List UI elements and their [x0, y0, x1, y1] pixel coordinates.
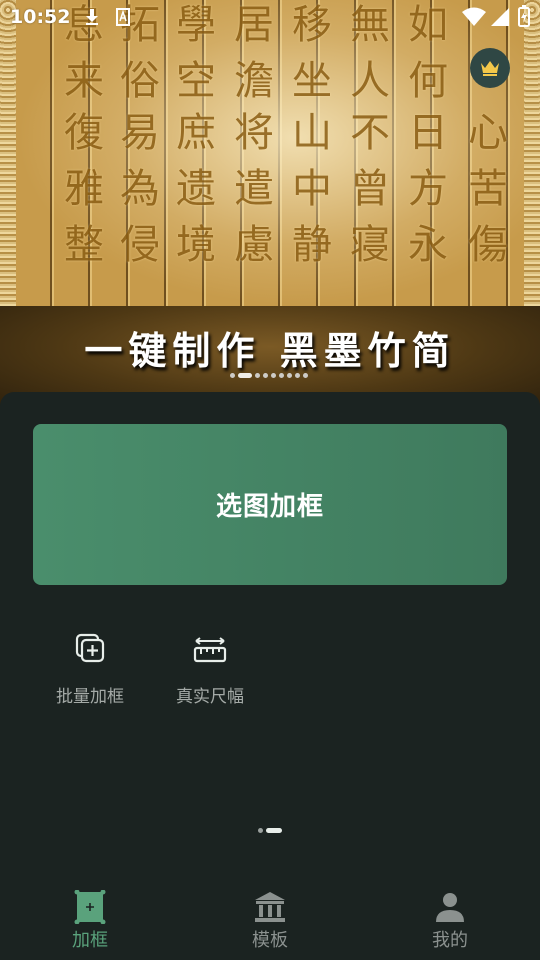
carousel-dot: [255, 373, 260, 378]
tab-template[interactable]: 模板: [210, 890, 330, 952]
tab-frame[interactable]: 加框: [30, 890, 150, 952]
scroll-border-left: [0, 0, 16, 306]
download-icon: [86, 9, 98, 25]
carousel-dot: [263, 373, 268, 378]
frame-icon: [74, 890, 106, 924]
banner-headline: 一键制作 黑墨竹简: [84, 328, 456, 373]
ruler-icon: [193, 637, 227, 663]
carousel-dot: [271, 373, 276, 378]
carousel-indicator: [230, 373, 308, 378]
batch-frame-icon: [75, 633, 105, 663]
bottom-tab-bar: 加框 模板 我的: [0, 872, 540, 960]
font-icon: [116, 8, 130, 26]
select-image-frame-button[interactable]: 选图加框: [33, 424, 507, 585]
batch-frame-label: 批量加框: [56, 687, 124, 707]
wifi-icon: [462, 7, 486, 26]
status-time: 10:52: [10, 6, 71, 28]
carousel-dot-active: [238, 373, 252, 378]
crown-icon: [481, 61, 499, 76]
vip-crown-button[interactable]: [470, 48, 510, 88]
cellular-signal-icon: [491, 8, 509, 26]
real-size-label: 真实尺幅: [176, 687, 244, 707]
page-dot: [258, 828, 263, 833]
batch-frame-button[interactable]: 批量加框: [40, 628, 140, 707]
tab-profile[interactable]: 我的: [390, 890, 510, 952]
carousel-dot: [295, 373, 300, 378]
carousel-dot: [287, 373, 292, 378]
real-size-button[interactable]: 真实尺幅: [160, 628, 260, 707]
select-image-frame-label: 选图加框: [215, 492, 324, 522]
tab-frame-label: 加框: [72, 930, 108, 951]
tab-profile-label: 我的: [432, 930, 468, 951]
status-bar: 10:52: [0, 0, 540, 36]
carousel-dot: [279, 373, 284, 378]
battery-charging-icon: [518, 5, 530, 27]
tools-page-indicator: [258, 828, 282, 833]
template-icon: [255, 892, 285, 922]
carousel-dot: [303, 373, 308, 378]
bamboo-scroll-image: 来 俗 空 澹 坐 人 何 復 易 庶 将 山 不 日 心 雅 為 遗 遣 中 …: [16, 0, 524, 306]
page-dot-active: [266, 828, 282, 833]
scroll-border-right: [524, 0, 540, 306]
tab-template-label: 模板: [252, 930, 288, 951]
profile-icon: [436, 893, 464, 922]
banner-carousel[interactable]: 来 俗 空 澹 坐 人 何 復 易 庶 将 山 不 日 心 雅 為 遗 遣 中 …: [0, 0, 540, 408]
carousel-dot: [230, 373, 235, 378]
